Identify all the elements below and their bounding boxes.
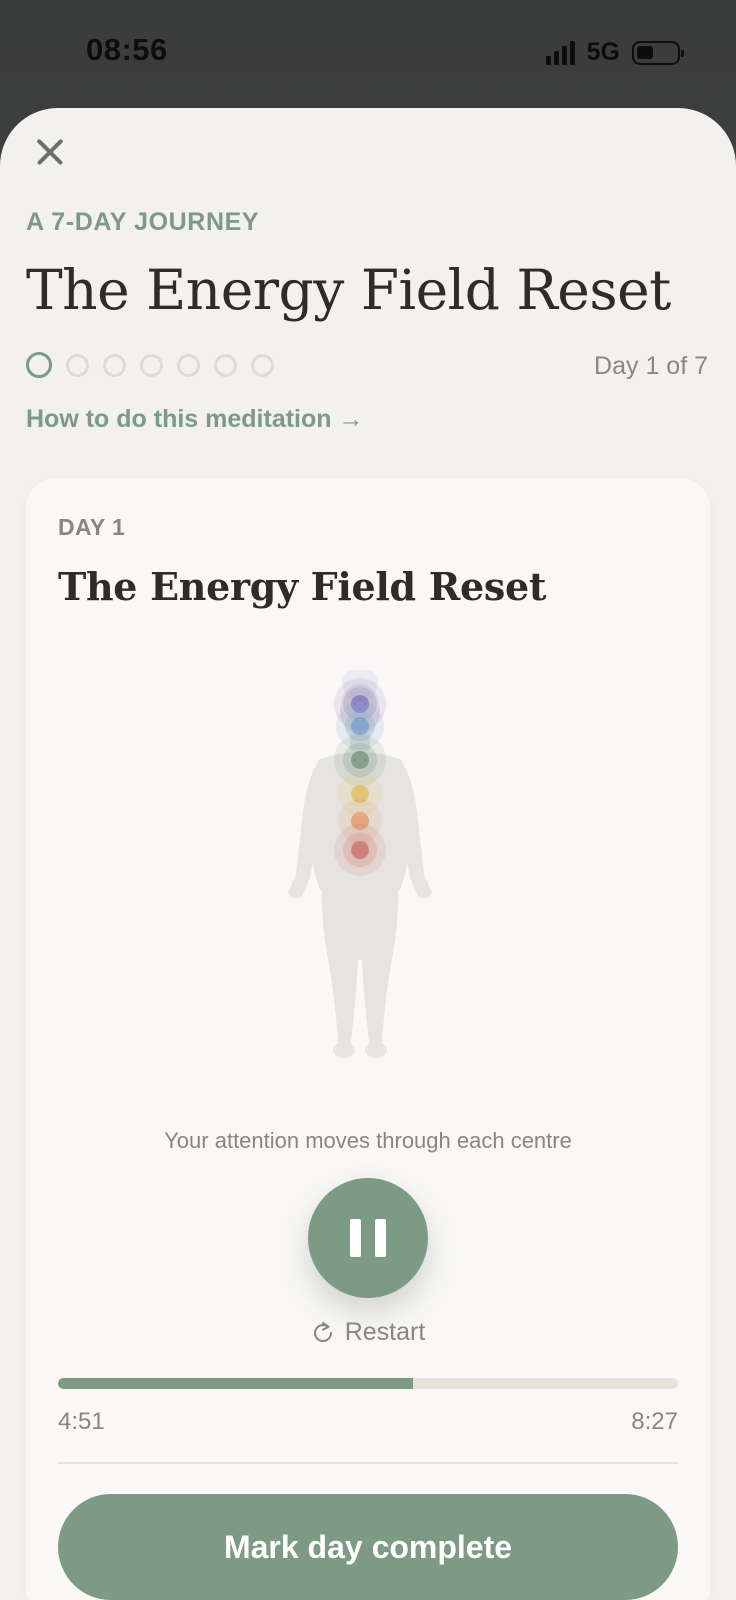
body-figure-illustration	[280, 670, 440, 1070]
card-day-label: DAY 1	[58, 514, 126, 540]
day-dot-1	[26, 352, 52, 378]
battery-icon	[632, 40, 684, 65]
journey-eyebrow: A 7-DAY JOURNEY	[26, 208, 260, 236]
day-dot-3	[103, 353, 126, 377]
card-title: The Energy Field Reset	[58, 564, 547, 609]
close-icon[interactable]	[30, 132, 70, 172]
restart-label: Restart	[344, 1318, 426, 1346]
network-label: 5G	[586, 38, 620, 66]
day-progress-dots	[26, 352, 274, 378]
time-elapsed: 4:51	[58, 1408, 105, 1435]
journey-sheet: A 7-DAY JOURNEY The Energy Field Reset D…	[0, 108, 736, 1600]
playback-progress-fill	[58, 1378, 414, 1389]
howto-link[interactable]: How to do this meditation →	[26, 405, 363, 434]
meditation-card: DAY 1 The Energy Field Reset Your attent…	[26, 478, 710, 1600]
pause-icon-bar-left	[350, 1219, 361, 1257]
day-dot-2	[66, 353, 89, 377]
day-dot-7	[251, 353, 274, 377]
divider	[58, 1462, 678, 1464]
time-total: 8:27	[631, 1408, 678, 1435]
restart-icon	[313, 1321, 332, 1342]
status-bar: 08:56 5G	[0, 0, 736, 108]
pause-icon-bar-right	[375, 1219, 386, 1257]
page-title: The Energy Field Reset	[26, 258, 671, 322]
pause-button[interactable]	[308, 1178, 428, 1298]
day-counter: Day 1 of 7	[594, 352, 708, 380]
status-indicators: 5G	[545, 38, 684, 67]
meditation-caption: Your attention moves through each centre	[164, 1128, 572, 1153]
mark-day-complete-button[interactable]: Mark day complete	[58, 1494, 678, 1600]
playback-progress-bar[interactable]	[58, 1378, 678, 1389]
day-dot-5	[177, 353, 200, 377]
day-dot-4	[140, 353, 163, 377]
day-dot-6	[214, 353, 237, 377]
energy-centres	[334, 670, 386, 876]
signal-icon	[545, 40, 575, 65]
restart-button[interactable]: Restart	[26, 1318, 710, 1347]
status-time: 08:56	[86, 32, 168, 67]
